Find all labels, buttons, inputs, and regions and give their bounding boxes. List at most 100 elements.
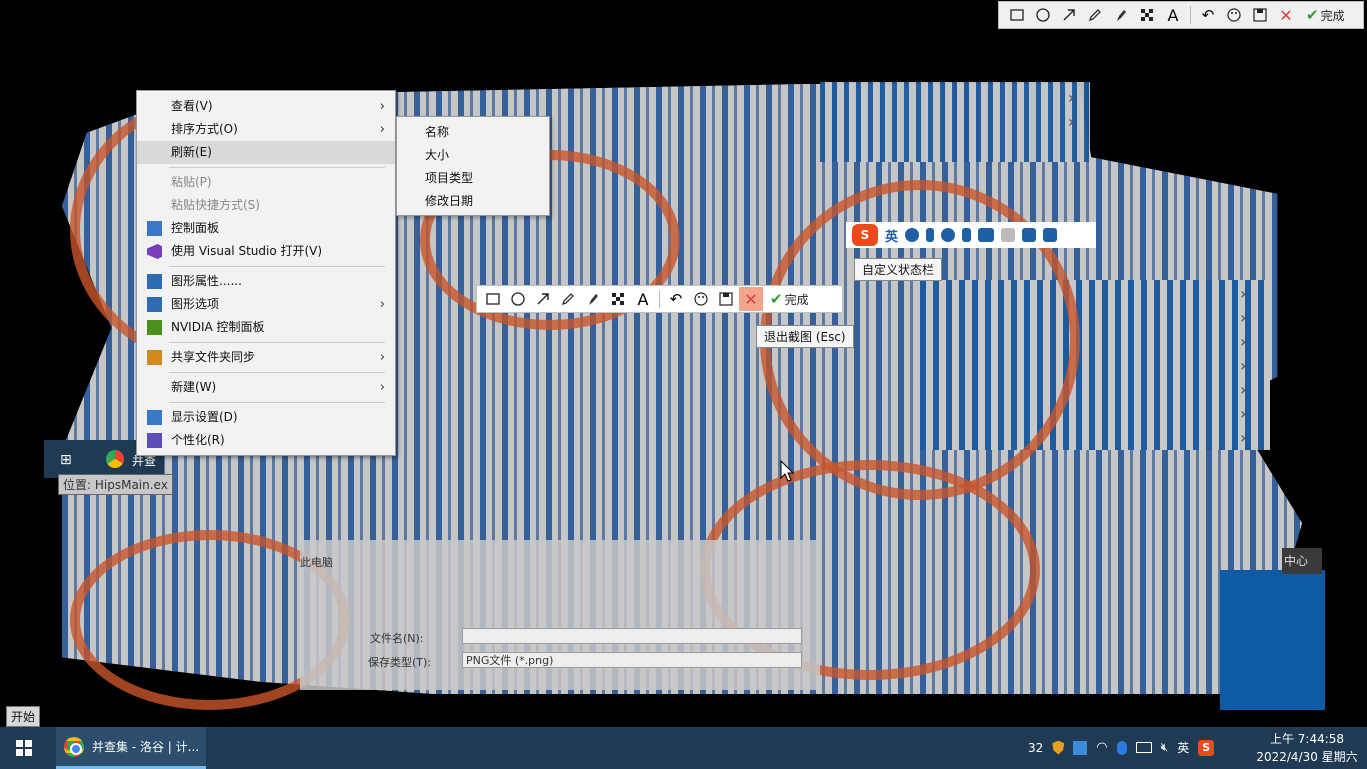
clock-date: 2022/4/30 星期六 (1256, 750, 1358, 764)
submenu-item-date-modified[interactable]: 修改日期 (397, 190, 549, 213)
palette-icon[interactable] (1222, 3, 1246, 27)
microphone-icon[interactable] (962, 228, 972, 242)
menu-item-nvidia-control-panel[interactable]: NVIDIA 控制面板 (137, 316, 395, 339)
submenu-item-type[interactable]: 项目类型 (397, 167, 549, 190)
menu-item-open-visual-studio[interactable]: 使用 Visual Studio 打开(V) (137, 240, 395, 263)
menu-item-paste-shortcut[interactable]: 粘贴快捷方式(S) (137, 194, 395, 217)
rectangle-icon[interactable] (481, 287, 505, 311)
menu-item-graphics-options[interactable]: 图形选项 › (137, 293, 395, 316)
menu-separator (169, 372, 385, 373)
taskbar-chrome-item[interactable]: 并查集 - 洛谷 | 计... (56, 727, 206, 769)
ime-status-bar: S 英 (846, 222, 1096, 248)
battery-icon[interactable] (1135, 742, 1152, 753)
system-clock[interactable]: 上午 7:44:58 2022/4/30 星期六 (1252, 730, 1362, 766)
menu-separator (169, 167, 385, 168)
graphics-properties-icon (147, 274, 162, 289)
keyboard-icon[interactable] (978, 228, 995, 242)
chevron-right-icon: › (379, 380, 385, 395)
done-button[interactable]: ✔ 完成 (1300, 6, 1351, 24)
menu-item-control-panel[interactable]: 控制面板 (137, 217, 395, 240)
text-icon[interactable]: A (1161, 3, 1185, 27)
menu-item-personalize[interactable]: 个性化(R) (137, 429, 395, 452)
marker-icon[interactable] (1109, 3, 1133, 27)
bluetooth-icon[interactable] (1116, 740, 1127, 755)
undo-icon[interactable]: ↶ (1196, 3, 1220, 27)
network-app-icon[interactable] (1073, 740, 1088, 755)
pencil-icon[interactable] (556, 287, 580, 311)
menu-item-label: 共享文件夹同步 (171, 350, 256, 364)
user-icon[interactable] (1001, 228, 1016, 242)
save-icon[interactable] (714, 287, 738, 311)
text-icon[interactable]: A (631, 287, 655, 311)
menu-item-paste[interactable]: 粘贴(P) (137, 171, 395, 194)
menu-item-graphics-properties[interactable]: 图形属性...... (137, 270, 395, 293)
background-chevron-column: › › › › › › › (1240, 284, 1268, 447)
done-button[interactable]: ✔ 完成 (764, 290, 815, 308)
skin-icon[interactable] (1022, 228, 1037, 242)
pencil-icon[interactable] (1083, 3, 1107, 27)
center-label-fragment: 中心 (1282, 548, 1322, 574)
menu-item-sort-by[interactable]: 排序方式(O) › (137, 118, 395, 141)
tray-number[interactable]: 32 (1028, 741, 1043, 755)
arrow-icon[interactable] (531, 287, 555, 311)
display-settings-icon (147, 410, 162, 425)
rectangle-icon[interactable] (1005, 3, 1029, 27)
close-icon[interactable]: ✕ (1274, 3, 1298, 27)
marker-icon[interactable] (581, 287, 605, 311)
sogou-logo-icon[interactable]: S (852, 224, 878, 246)
chevron-right-icon: › (1240, 332, 1247, 351)
menu-item-new[interactable]: 新建(W) › (137, 376, 395, 399)
menu-item-label: 显示设置(D) (171, 410, 238, 424)
menu-item-display-settings[interactable]: 显示设置(D) (137, 406, 395, 429)
close-icon[interactable]: ✕ (739, 287, 763, 311)
menu-item-view[interactable]: 查看(V) › (137, 95, 395, 118)
start-tooltip: 开始 (6, 706, 41, 727)
nvidia-icon (147, 320, 162, 335)
windows-logo-icon (16, 740, 32, 756)
menu-item-label: 名称 (425, 125, 450, 139)
toolbox-icon[interactable] (1043, 228, 1058, 242)
save-icon[interactable] (1248, 3, 1272, 27)
mosaic-icon[interactable] (1135, 3, 1159, 27)
shield-icon[interactable] (1052, 740, 1065, 755)
filename-field[interactable] (462, 628, 802, 644)
menu-item-shared-folder-sync[interactable]: 共享文件夹同步 › (137, 346, 395, 369)
done-label: 完成 (1320, 8, 1345, 23)
menu-separator (169, 266, 385, 267)
ellipse-icon[interactable] (506, 287, 530, 311)
emoji-icon[interactable] (941, 228, 956, 242)
moon-icon[interactable] (905, 228, 920, 242)
sogou-tray-icon[interactable]: S (1198, 739, 1215, 756)
undo-icon[interactable]: ↶ (664, 287, 688, 311)
chevron-right-icon: › (379, 350, 385, 365)
submenu-item-size[interactable]: 大小 (397, 144, 549, 167)
volume-muted-icon[interactable]: 🔇︎ (1161, 740, 1169, 755)
menu-item-label: 大小 (425, 148, 450, 162)
menu-item-label: 刷新(E) (171, 145, 212, 159)
chevron-right-icon: › (1240, 428, 1247, 447)
menu-item-refresh[interactable]: 刷新(E) (137, 141, 395, 164)
ime-language-indicator[interactable]: 英 (1177, 739, 1189, 756)
arrow-icon[interactable] (1057, 3, 1081, 27)
chevron-right-icon: › (1240, 308, 1247, 327)
filetype-label: 保存类型(T): (368, 656, 432, 669)
submenu-item-name[interactable]: 名称 (397, 121, 549, 144)
chevron-right-icon: › (379, 99, 385, 114)
sort-by-submenu: 名称 大小 项目类型 修改日期 (396, 116, 550, 216)
glitched-fragment-top (820, 82, 1090, 162)
chevron-right-icon: › (1068, 112, 1075, 131)
palette-icon[interactable] (689, 287, 713, 311)
start-button[interactable] (0, 727, 48, 769)
mosaic-icon[interactable] (606, 287, 630, 311)
menu-item-label: 个性化(R) (171, 433, 225, 447)
wifi-icon[interactable]: ◠ (1096, 740, 1107, 755)
menu-item-label: 查看(V) (171, 99, 213, 113)
punctuation-icon[interactable] (926, 228, 935, 242)
chevron-right-icon: › (379, 122, 385, 137)
ime-language-toggle[interactable]: 英 (885, 226, 898, 245)
filetype-select[interactable]: PNG文件 (*.png) (462, 652, 802, 668)
chevron-right-icon: › (1240, 284, 1247, 303)
checkmark-icon: ✔ (770, 290, 783, 308)
menu-item-label: 项目类型 (425, 171, 474, 185)
ellipse-icon[interactable] (1031, 3, 1055, 27)
